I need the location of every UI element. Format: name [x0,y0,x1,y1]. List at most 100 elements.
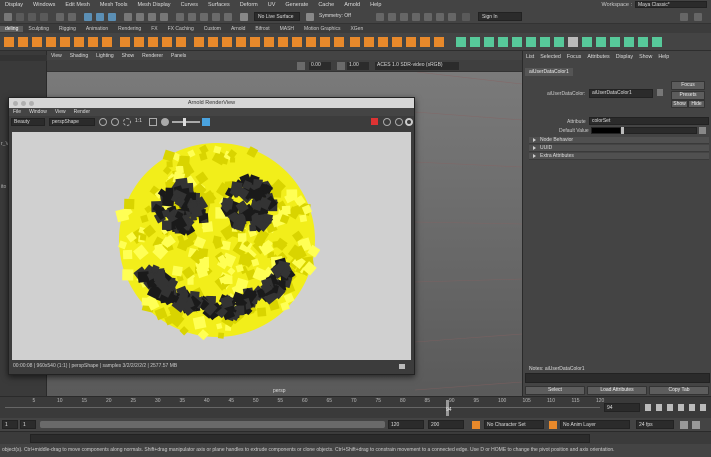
time-slider[interactable]: 5 10 15 20 25 30 35 40 45 50 55 60 65 70 75 80 85 90 95 100… [0,396,711,418]
viewport-menu-lighting[interactable]: Lighting [92,53,118,59]
unfold-icon[interactable] [582,37,592,47]
fill-hole-icon[interactable] [236,37,246,47]
menu-deform[interactable]: Deform [235,2,263,8]
normalize-uv-icon[interactable] [638,37,648,47]
play-forward-icon[interactable] [678,404,684,411]
ae-menu-attributes[interactable]: Attributes [584,54,612,60]
poly-torus-icon[interactable] [60,37,70,47]
ae-node-name-field[interactable]: aiUserDataColor1 [589,89,653,98]
rv-menu-window[interactable]: Window [25,109,51,115]
flip-uv-icon[interactable] [652,37,662,47]
bridge-icon[interactable] [208,37,218,47]
pick-mask-icon[interactable] [124,13,132,21]
range-start-field[interactable]: 1 [2,420,18,429]
poly-cylinder-icon[interactable] [32,37,42,47]
character-set-icon[interactable] [472,421,480,429]
poly-cone-icon[interactable] [46,37,56,47]
gamma-field[interactable]: 1.00 [347,62,369,70]
section-extra-attributes[interactable]: Extra Attributes [529,153,709,160]
section-uuid[interactable]: UUID [529,145,709,152]
menu-cache[interactable]: Cache [313,2,339,8]
tab-fx-caching[interactable]: FX Caching [163,26,199,32]
snap-view-icon[interactable] [212,13,220,21]
cylindrical-map-icon[interactable] [484,37,494,47]
checker-icon[interactable] [568,37,578,47]
open-scene-icon[interactable] [28,13,36,21]
go-to-end-icon[interactable] [700,404,706,411]
tab-animation[interactable]: Animation [81,26,113,32]
symmetry-dropdown[interactable]: Symmetry: Off [316,12,362,21]
extrude-icon[interactable] [194,37,204,47]
presets-button[interactable]: Presets [671,91,705,100]
straighten-uv-icon[interactable] [624,37,634,47]
display-settings-icon[interactable] [202,118,210,126]
tab-fx[interactable]: FX [146,26,162,32]
exposure-slider-handle[interactable] [183,118,186,126]
camera-dropdown[interactable]: perspShape [49,118,95,126]
ipr-toggle-icon[interactable] [395,118,403,126]
edge-loop-icon[interactable] [320,37,330,47]
maximize-window-icon[interactable] [29,101,34,106]
planar-map-icon[interactable] [470,37,480,47]
symmetry-icon[interactable] [306,13,314,21]
section-node-behavior[interactable]: Node Behavior [529,137,709,144]
go-to-start-icon[interactable] [645,404,651,411]
poly-cube-icon[interactable] [18,37,28,47]
load-attributes-button[interactable]: Load Attributes [587,386,647,395]
show-button[interactable]: Show [671,100,688,108]
cut-uv-icon[interactable] [540,37,550,47]
platonic-solid-icon[interactable] [102,37,112,47]
menu-edit-mesh[interactable]: Edit Mesh [60,2,94,8]
aov-dropdown[interactable]: Beauty [11,118,45,126]
exposure-field[interactable]: 0.00 [309,62,331,70]
ae-node-tab[interactable]: aiUserDataColor1 [525,68,573,76]
append-icon[interactable] [250,37,260,47]
sign-in-dropdown[interactable]: Sign In [478,12,522,21]
quadrangulate-icon[interactable] [434,37,444,47]
ae-menu-display[interactable]: Display [613,54,636,60]
tab-rigging[interactable]: Rigging [54,26,81,32]
menu-generate[interactable]: Generate [280,2,313,8]
merge-icon[interactable] [392,37,402,47]
poke-icon[interactable] [350,37,360,47]
tab-modeling[interactable]: deling [0,25,24,32]
pick-face-icon[interactable] [160,13,168,21]
redo-icon[interactable] [68,13,76,21]
viewport-menu-panels[interactable]: Panels [167,53,190,59]
render-settings-icon[interactable] [412,13,420,21]
snapshot-icon[interactable] [123,118,131,126]
minimize-window-icon[interactable] [21,101,26,106]
separate-icon[interactable] [134,37,144,47]
default-value-swatch[interactable] [591,127,621,134]
step-back-icon[interactable] [656,404,662,411]
tab-rendering[interactable]: Rendering [113,26,146,32]
combine-icon[interactable] [120,37,130,47]
ipr-icon[interactable] [400,13,408,21]
save-image-icon[interactable] [399,364,405,369]
attribute-field[interactable]: colorSet [589,117,709,125]
tab-mash[interactable]: MASH [275,26,299,32]
undo-icon[interactable] [56,13,64,21]
range-end-field[interactable]: 120 [388,420,424,429]
tab-custom[interactable]: Custom [199,26,226,32]
rgb-channel-icon[interactable] [99,118,107,126]
current-frame-field[interactable]: 94 [604,403,640,412]
auto-key-icon[interactable] [692,421,700,429]
render-setup-icon[interactable] [436,13,444,21]
history-icon[interactable] [376,13,384,21]
play-backward-icon[interactable] [667,404,673,411]
fps-dropdown[interactable]: 24 fps [636,420,674,429]
camera-map-icon[interactable] [526,37,536,47]
animation-start-field[interactable]: 1 [20,420,36,429]
exposure-sun-icon[interactable] [161,118,169,126]
hide-button[interactable]: Hide [688,100,705,108]
alpha-channel-icon[interactable] [111,118,119,126]
wedge-icon[interactable] [364,37,374,47]
ae-menu-list[interactable]: List [523,54,537,60]
menu-uv[interactable]: UV [263,2,281,8]
refresh-render-icon[interactable] [383,118,391,126]
poly-plane-icon[interactable] [74,37,84,47]
exposure-slider[interactable] [172,121,200,123]
notes-field[interactable] [525,373,710,383]
poly-sphere-icon[interactable] [4,37,14,47]
